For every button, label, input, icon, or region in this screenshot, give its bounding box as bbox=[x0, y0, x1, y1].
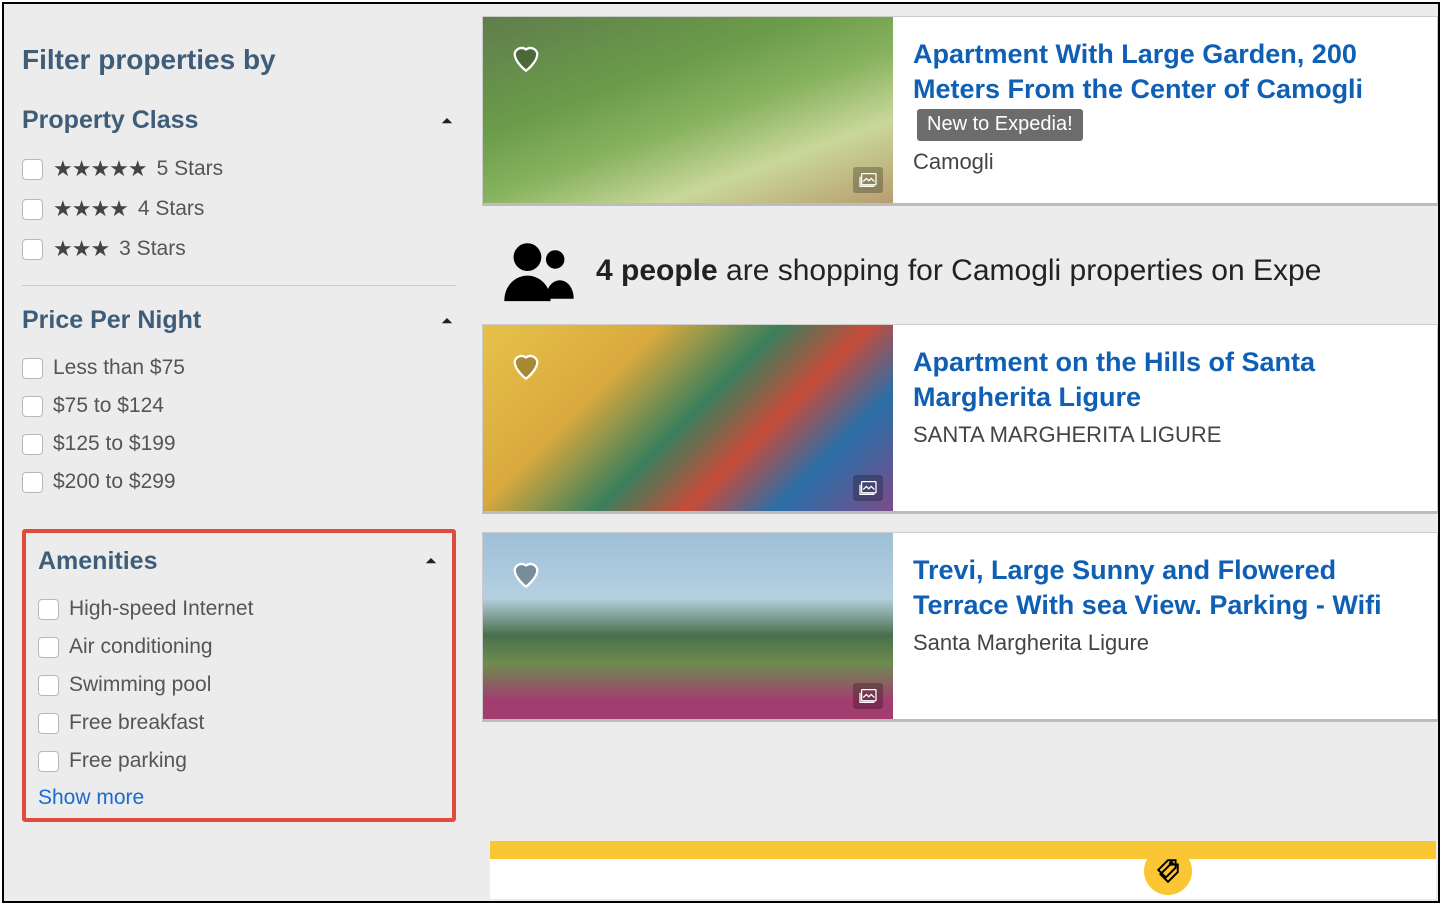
filter-option-amenity-ac[interactable]: Air conditioning bbox=[38, 628, 440, 666]
filter-section-amenities-highlighted: Amenities High-speed Internet Air condit… bbox=[22, 529, 456, 822]
checkbox[interactable] bbox=[22, 159, 43, 180]
listing-body: Apartment on the Hills of Santa Margheri… bbox=[893, 325, 1437, 511]
star-icons: ★★★★★ bbox=[53, 156, 147, 182]
option-label: 3 Stars bbox=[119, 237, 186, 261]
shopping-text: 4 people are shopping for Camogli proper… bbox=[596, 254, 1321, 288]
chevron-up-icon bbox=[422, 552, 440, 570]
filter-header-price[interactable]: Price Per Night bbox=[22, 306, 456, 335]
checkbox[interactable] bbox=[38, 751, 59, 772]
option-label: Air conditioning bbox=[69, 635, 213, 659]
option-label: Free breakfast bbox=[69, 711, 204, 735]
filter-option-amenity-internet[interactable]: High-speed Internet bbox=[38, 590, 440, 628]
checkbox[interactable] bbox=[22, 358, 43, 379]
filter-option-amenity-breakfast[interactable]: Free breakfast bbox=[38, 704, 440, 742]
option-label: $200 to $299 bbox=[53, 470, 176, 494]
listing-location: Santa Margherita Ligure bbox=[913, 630, 1423, 656]
gallery-icon[interactable] bbox=[853, 167, 883, 193]
checkbox[interactable] bbox=[22, 239, 43, 260]
checkbox[interactable] bbox=[22, 396, 43, 417]
checkbox[interactable] bbox=[38, 599, 59, 620]
shopping-count: 4 people bbox=[596, 254, 718, 287]
filter-option-price-0[interactable]: Less than $75 bbox=[22, 349, 456, 387]
deal-badge-icon[interactable] bbox=[1144, 847, 1192, 895]
filter-option-3stars[interactable]: ★★★ 3 Stars bbox=[22, 229, 456, 269]
filter-heading-price: Price Per Night bbox=[22, 306, 201, 335]
option-label: High-speed Internet bbox=[69, 597, 253, 621]
filter-option-price-3[interactable]: $200 to $299 bbox=[22, 463, 456, 501]
people-icon bbox=[502, 240, 576, 302]
listing-card[interactable]: Apartment With Large Garden, 200 Meters … bbox=[482, 16, 1438, 206]
filter-option-4stars[interactable]: ★★★★ 4 Stars bbox=[22, 189, 456, 229]
filter-sidebar: Filter properties by Property Class ★★★★… bbox=[4, 4, 474, 901]
star-icons: ★★★ bbox=[53, 236, 109, 262]
option-label: $75 to $124 bbox=[53, 394, 164, 418]
listing-card[interactable]: Trevi, Large Sunny and Flowered Terrace … bbox=[482, 532, 1438, 722]
filter-section-property-class: Property Class ★★★★★ 5 Stars ★★★★ 4 Star… bbox=[22, 106, 456, 285]
listing-title[interactable]: Apartment on the Hills of Santa Margheri… bbox=[913, 345, 1423, 414]
checkbox[interactable] bbox=[22, 434, 43, 455]
listing-body: Apartment With Large Garden, 200 Meters … bbox=[893, 17, 1437, 203]
listing-image[interactable] bbox=[483, 17, 893, 203]
listing-title-text: Apartment With Large Garden, 200 Meters … bbox=[913, 39, 1363, 104]
listing-image[interactable] bbox=[483, 325, 893, 511]
shopping-banner: 4 people are shopping for Camogli proper… bbox=[482, 224, 1438, 324]
checkbox[interactable] bbox=[22, 472, 43, 493]
listing-badge: New to Expedia! bbox=[917, 109, 1083, 141]
listing-title-text: Trevi, Large Sunny and Flowered Terrace … bbox=[913, 555, 1382, 620]
option-label: Swimming pool bbox=[69, 673, 211, 697]
checkbox[interactable] bbox=[38, 713, 59, 734]
listing-title[interactable]: Trevi, Large Sunny and Flowered Terrace … bbox=[913, 553, 1423, 622]
promo-strip-white bbox=[490, 859, 1436, 899]
filter-option-5stars[interactable]: ★★★★★ 5 Stars bbox=[22, 149, 456, 189]
option-label: Free parking bbox=[69, 749, 187, 773]
results-panel: Apartment With Large Garden, 200 Meters … bbox=[474, 4, 1438, 901]
filter-header-property-class[interactable]: Property Class bbox=[22, 106, 456, 135]
favorite-heart-icon[interactable] bbox=[507, 349, 545, 383]
chevron-up-icon bbox=[438, 112, 456, 130]
option-label: 5 Stars bbox=[157, 157, 224, 181]
checkbox[interactable] bbox=[38, 675, 59, 696]
filter-section-price: Price Per Night Less than $75 $75 to $12… bbox=[22, 285, 456, 517]
filter-option-price-2[interactable]: $125 to $199 bbox=[22, 425, 456, 463]
listing-card[interactable]: Apartment on the Hills of Santa Margheri… bbox=[482, 324, 1438, 514]
filter-heading-property-class: Property Class bbox=[22, 106, 198, 135]
chevron-up-icon bbox=[438, 312, 456, 330]
gallery-icon[interactable] bbox=[853, 475, 883, 501]
show-more-link[interactable]: Show more bbox=[38, 786, 440, 810]
filter-header-amenities[interactable]: Amenities bbox=[38, 545, 440, 576]
listing-location: SANTA MARGHERITA LIGURE bbox=[913, 422, 1423, 448]
gallery-icon[interactable] bbox=[853, 683, 883, 709]
listing-location: Camogli bbox=[913, 149, 1423, 175]
checkbox[interactable] bbox=[38, 637, 59, 658]
filter-heading-amenities: Amenities bbox=[38, 547, 157, 576]
filter-option-amenity-parking[interactable]: Free parking bbox=[38, 742, 440, 780]
promo-strip bbox=[490, 841, 1436, 859]
listing-body: Trevi, Large Sunny and Flowered Terrace … bbox=[893, 533, 1437, 719]
filter-option-price-1[interactable]: $75 to $124 bbox=[22, 387, 456, 425]
option-label: $125 to $199 bbox=[53, 432, 176, 456]
option-label: Less than $75 bbox=[53, 356, 185, 380]
star-icons: ★★★★ bbox=[53, 196, 128, 222]
favorite-heart-icon[interactable] bbox=[507, 41, 545, 75]
listing-title[interactable]: Apartment With Large Garden, 200 Meters … bbox=[913, 37, 1423, 141]
checkbox[interactable] bbox=[22, 199, 43, 220]
filter-title: Filter properties by bbox=[22, 44, 456, 76]
listing-image[interactable] bbox=[483, 533, 893, 719]
favorite-heart-icon[interactable] bbox=[507, 557, 545, 591]
listing-title-text: Apartment on the Hills of Santa Margheri… bbox=[913, 347, 1315, 412]
shopping-rest: are shopping for Camogli properties on E… bbox=[718, 254, 1322, 287]
option-label: 4 Stars bbox=[138, 197, 205, 221]
filter-option-amenity-pool[interactable]: Swimming pool bbox=[38, 666, 440, 704]
